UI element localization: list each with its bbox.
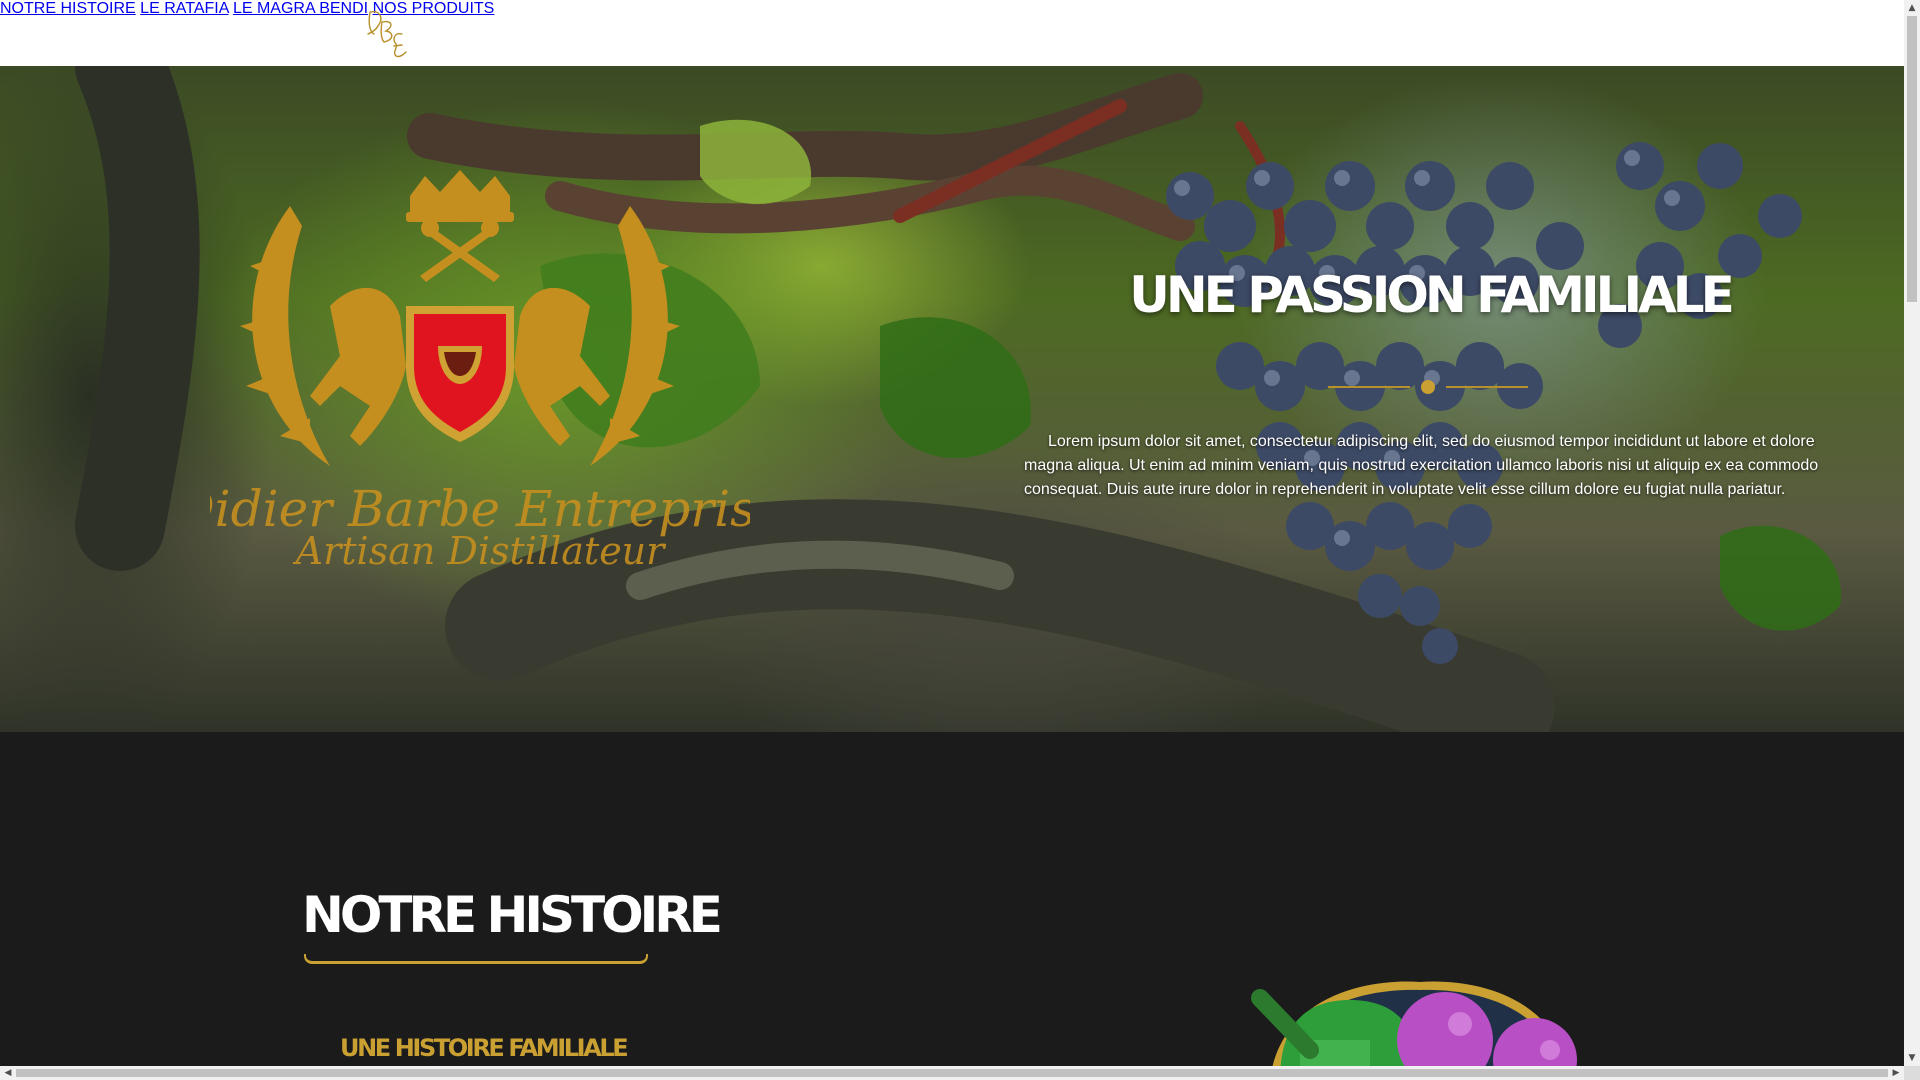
divider-line-left — [1328, 386, 1410, 388]
notre-histoire-section: NOTRE HISTOIRE UNE HISTOIRE FAMILIALE — [0, 732, 1904, 1066]
fruit-bowl-illustration — [1251, 981, 1577, 1066]
section-subtitle: UNE HISTOIRE FAMILIALE — [340, 1034, 629, 1062]
title-underline — [304, 954, 648, 964]
scroll-left-icon[interactable]: ◀ — [0, 1066, 16, 1080]
monogram-icon — [367, 11, 407, 58]
scroll-right-icon[interactable]: ▶ — [1888, 1066, 1904, 1080]
vertical-scrollbar[interactable]: ▲ ▼ — [1904, 0, 1920, 1066]
vertical-scroll-thumb[interactable] — [1907, 16, 1917, 302]
nav-le-magra-bendi[interactable]: LE MAGRA BENDI — [233, 0, 368, 17]
top-navbar: NOTRE HISTOIRE LE RATAFIA LE MAGRA BENDI… — [0, 0, 1904, 66]
scroll-up-icon[interactable]: ▲ — [1904, 0, 1920, 16]
hero-banner: Didier Barbe Entreprise Artisan Distilla… — [0, 66, 1904, 732]
dbe-monogram-logo[interactable] — [362, 4, 412, 60]
horizontal-scroll-thumb[interactable] — [16, 1069, 1888, 1077]
main-nav: NOTRE HISTOIRE LE RATAFIA LE MAGRA BENDI… — [0, 0, 1904, 18]
nav-notre-histoire[interactable]: NOTRE HISTOIRE — [0, 0, 136, 17]
scroll-down-icon[interactable]: ▼ — [1904, 1050, 1920, 1066]
section-title: NOTRE HISTOIRE — [302, 886, 723, 944]
coat-of-arms-crest: Didier Barbe Entreprise Artisan Distilla… — [210, 170, 750, 566]
scrollbar-corner — [1904, 1066, 1920, 1080]
title-divider — [1328, 380, 1528, 394]
hero-title: UNE PASSION FAMILIALE — [1129, 266, 1735, 324]
nav-le-ratafia[interactable]: LE RATAFIA — [140, 0, 228, 17]
horizontal-scrollbar[interactable]: ◀ ▶ — [0, 1066, 1904, 1080]
hero-body-text: Lorem ipsum dolor sit amet, consectetur … — [1024, 433, 1819, 498]
divider-line-right — [1446, 386, 1528, 388]
divider-dot-icon — [1421, 380, 1435, 394]
crest-text-line2: Artisan Distillateur — [293, 529, 667, 566]
